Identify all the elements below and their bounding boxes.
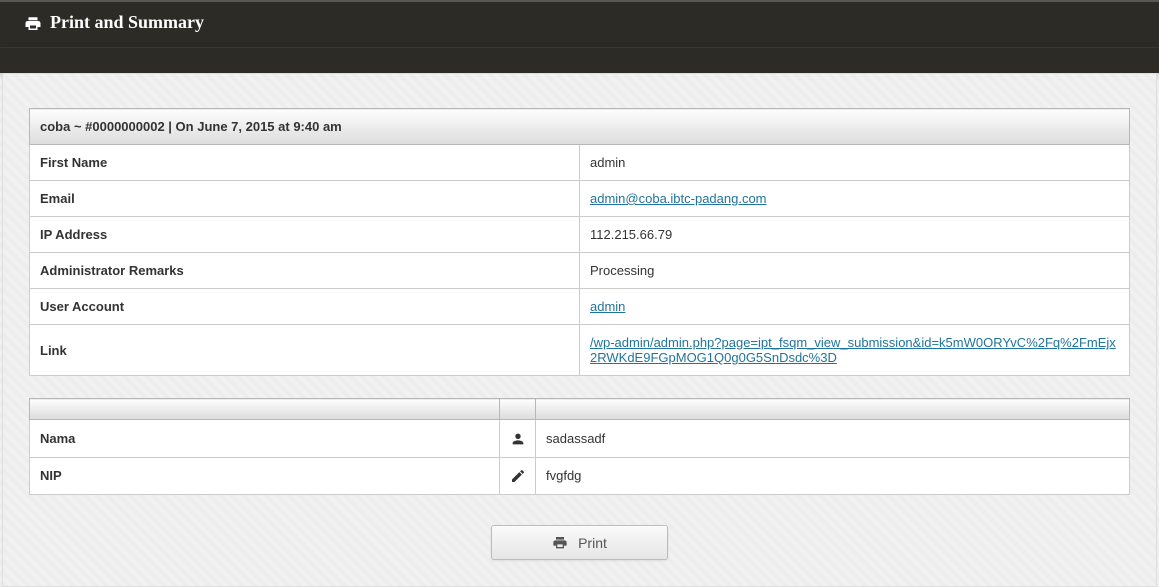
value-remarks: Processing [580, 253, 1130, 289]
value-first-name: admin [580, 145, 1130, 181]
value-account: admin [580, 289, 1130, 325]
print-icon [552, 534, 568, 551]
person-icon-cell [500, 420, 536, 458]
label-remarks: Administrator Remarks [30, 253, 580, 289]
table-row: Email admin@coba.ibtc-padang.com [30, 181, 1130, 217]
label-ip: IP Address [30, 217, 580, 253]
table-row: Administrator Remarks Processing [30, 253, 1130, 289]
table-row: IP Address 112.215.66.79 [30, 217, 1130, 253]
label-first-name: First Name [30, 145, 580, 181]
print-icon [24, 12, 42, 33]
content-area: coba ~ #0000000002 | On June 7, 2015 at … [2, 73, 1157, 587]
value-nama: sadassadf [536, 420, 1130, 458]
summary-table-header: coba ~ #0000000002 | On June 7, 2015 at … [30, 109, 1130, 145]
page-header: Print and Summary [0, 0, 1159, 47]
value-link: /wp-admin/admin.php?page=ipt_fsqm_view_s… [580, 325, 1130, 376]
table-row: Link /wp-admin/admin.php?page=ipt_fsqm_v… [30, 325, 1130, 376]
person-icon [510, 430, 526, 445]
label-nama: Nama [30, 420, 500, 458]
email-link[interactable]: admin@coba.ibtc-padang.com [590, 191, 767, 206]
table-row: User Account admin [30, 289, 1130, 325]
print-button[interactable]: Print [491, 525, 668, 560]
label-account: User Account [30, 289, 580, 325]
value-ip: 112.215.66.79 [580, 217, 1130, 253]
label-nip: NIP [30, 457, 500, 495]
value-email: admin@coba.ibtc-padang.com [580, 181, 1130, 217]
account-link[interactable]: admin [590, 299, 625, 314]
summary-table: coba ~ #0000000002 | On June 7, 2015 at … [29, 108, 1130, 376]
pencil-icon [510, 468, 526, 483]
label-link: Link [30, 325, 580, 376]
value-nip: fvgfdg [536, 457, 1130, 495]
header-band [0, 47, 1159, 73]
label-email: Email [30, 181, 580, 217]
pencil-icon-cell [500, 457, 536, 495]
table-row: First Name admin [30, 145, 1130, 181]
fields-col-label [30, 399, 500, 420]
fields-col-value [536, 399, 1130, 420]
print-button-wrap: Print [29, 525, 1130, 560]
table-row: NIP fvgfdg [30, 457, 1130, 495]
summary-table-header-row: coba ~ #0000000002 | On June 7, 2015 at … [30, 109, 1130, 145]
page-title: Print and Summary [50, 12, 204, 33]
print-button-label: Print [578, 535, 607, 551]
table-row: Nama sadassadf [30, 420, 1130, 458]
fields-col-icon [500, 399, 536, 420]
fields-table-header-row [30, 399, 1130, 420]
fields-table: Nama sadassadf NIP fvgfdg [29, 398, 1130, 495]
submission-link[interactable]: /wp-admin/admin.php?page=ipt_fsqm_view_s… [590, 335, 1116, 365]
